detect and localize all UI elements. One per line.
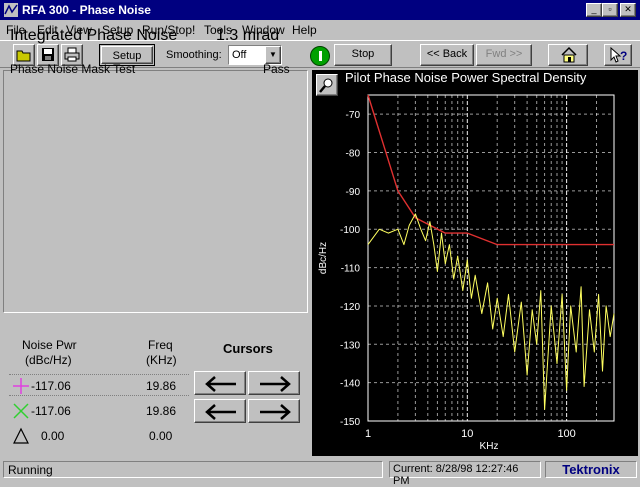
integrated-phase-noise-label: Integrated Phase Noise [10,27,178,44]
y-tick-label: -70 [346,110,361,121]
x-marker-icon [13,403,29,419]
status-timestamp: Current: 8/28/98 12:27:46 PM [389,461,541,487]
cursor-1-noise: -117.06 [31,379,71,393]
app-icon [4,3,18,17]
cursor-2-left-button[interactable] [194,399,246,423]
x-tick-label: 1 [365,428,371,440]
delta-marker-icon [13,427,29,444]
menu-help[interactable]: Help [292,23,317,37]
x-tick-label: 10 [461,428,473,440]
forward-button[interactable]: Fwd >> [476,44,532,66]
y-tick-label: -100 [340,225,360,236]
y-tick-labels: -70 -80 -90 -100 -110 -120 -130 -140 -150 [340,110,360,428]
noise-column-unit: (dBc/Hz) [25,353,72,367]
svg-text:?: ? [620,49,627,63]
cursor-1-right-button[interactable] [248,371,300,395]
freq-column-unit: (KHz) [146,353,177,367]
run-status-icon [310,46,330,66]
window-title: RFA 300 - Phase Noise [22,3,151,17]
maximize-icon[interactable]: ▫ [602,3,618,17]
plot-area [367,94,615,422]
status-text: Running [3,461,383,478]
freq-column-header: Freq [148,338,173,352]
arrow-right-icon [260,404,291,420]
home-button[interactable] [548,44,588,66]
stop-button[interactable]: Stop [334,44,392,66]
mask-test-label: Phase Noise Mask Test [10,62,136,76]
plus-marker-icon [13,378,29,394]
psd-chart: -70 -80 -90 -100 -110 -120 -130 -140 -150 1 10 100… [318,94,615,452]
integrated-phase-noise-value: 1.3 mrad [216,27,280,44]
x-tick-label: 100 [557,428,575,440]
results-panel [3,70,308,313]
cursor-1-freq: 19.86 [146,379,177,393]
mask-test-result: Pass [263,62,290,76]
cursor-1-left-button[interactable] [194,371,246,395]
y-tick-label: -110 [341,264,361,275]
x-axis-label: KHz [480,441,499,452]
delta-noise: 0.00 [41,429,65,443]
y-tick-label: -120 [340,302,360,313]
help-pointer-icon: ? [610,47,627,63]
cursor-2-freq: 19.86 [146,404,177,418]
y-tick-label: -140 [340,379,360,390]
arrow-left-icon [205,404,236,420]
arrow-left-icon [205,376,236,392]
cursor-2-noise: -117.06 [31,404,71,418]
smoothing-value: Off [232,49,247,61]
minimize-icon[interactable]: _ [586,3,602,17]
brand-logo: Tektronix [545,461,637,478]
cursors-title: Cursors [223,341,273,356]
cursor-2-right-button[interactable] [248,399,300,423]
run-status-bar [319,51,322,61]
close-icon[interactable]: ✕ [620,3,636,17]
delta-freq: 0.00 [149,429,173,443]
y-axis-label: dBc/Hz [318,242,329,274]
y-tick-label: -80 [346,149,361,160]
title-bar: RFA 300 - Phase Noise _ ▫ ✕ [0,0,640,20]
home-icon [561,46,577,63]
y-tick-label: -90 [346,187,361,198]
y-tick-label: -150 [340,417,360,428]
smoothing-label: Smoothing: [166,49,222,61]
x-tick-labels: 1 10 100 [365,428,576,440]
arrow-right-icon [260,376,291,392]
noise-column-header: Noise Pwr [22,338,77,352]
y-tick-label: -130 [340,340,360,351]
cursor-panel: Noise Pwr (dBc/Hz) Freq (KHz) Cursors -1… [3,318,308,456]
context-help-button[interactable]: ? [604,44,632,66]
back-button[interactable]: << Back [420,44,474,66]
